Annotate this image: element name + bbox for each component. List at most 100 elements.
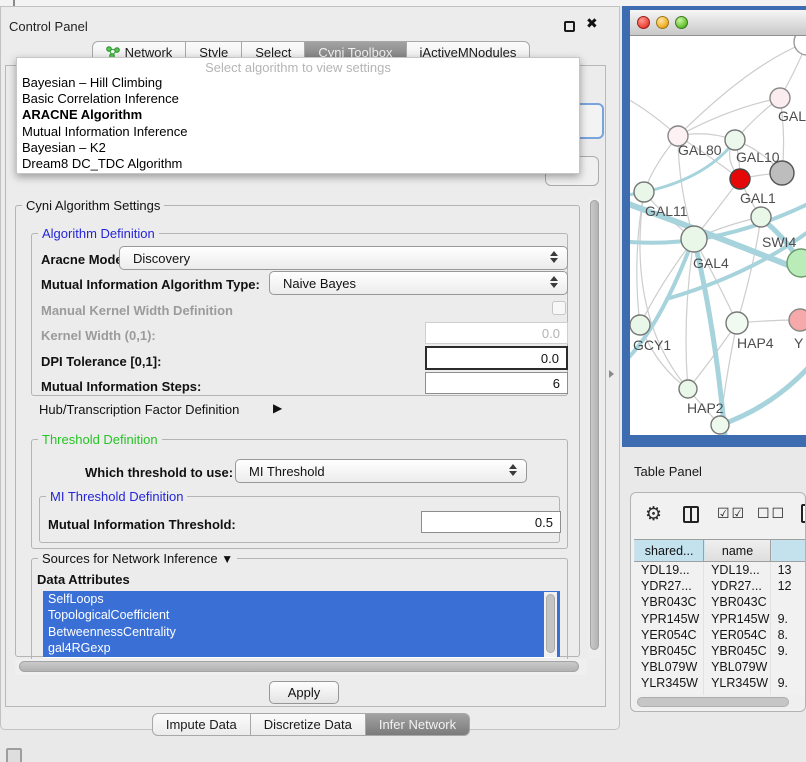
node-label-swi4: SWI4 — [762, 234, 796, 250]
float-window-icon[interactable] — [564, 21, 575, 32]
table-cell: YPR145W — [704, 611, 771, 627]
dropdown-items: Bayesian – Hill ClimbingBasic Correlatio… — [17, 75, 579, 172]
network-edge — [720, 368, 806, 425]
table-row[interactable]: YBR043CYBR043C — [634, 594, 806, 610]
table-horizontal-scrollbar[interactable] — [633, 695, 805, 709]
stepper-icon — [509, 464, 517, 476]
hub-definition-label[interactable]: Hub/Transcription Factor Definition — [39, 402, 239, 417]
network-node[interactable] — [726, 312, 748, 334]
select-all-icon[interactable]: ☑☑ — [717, 505, 746, 522]
table-header-row: shared...name — [634, 539, 806, 562]
network-node[interactable] — [751, 207, 771, 227]
network-node[interactable] — [634, 182, 654, 202]
network-node[interactable] — [725, 130, 745, 150]
attr-list-scrollbar[interactable] — [544, 592, 557, 657]
dpi-tolerance-field[interactable]: 0.0 — [425, 346, 568, 370]
expand-right-icon[interactable]: ▶ — [273, 401, 282, 415]
node-label-hap2: HAP2 — [687, 400, 724, 416]
table-row[interactable]: YBR045CYBR045C9. — [634, 643, 806, 659]
screen: Control Panel ✖ NetworkStyleSelectCyni T… — [0, 0, 806, 762]
mi-steps-field[interactable]: 6 — [425, 372, 568, 394]
attribute-item-selfloops[interactable]: SelfLoops — [43, 591, 560, 607]
column-header-name[interactable]: name — [704, 540, 771, 561]
manual-kernel-checkbox[interactable] — [552, 301, 566, 315]
network-canvas[interactable]: GALGAL80GAL10GAL1GAL11SWI4GAL4GCY1HAP4YH… — [630, 36, 806, 435]
minimize-traffic-icon[interactable] — [656, 16, 669, 29]
table-cell: YBR045C — [704, 643, 771, 659]
deselect-all-icon[interactable]: ☐☐ — [757, 505, 786, 522]
dropdown-placeholder: Select algorithm to view settings — [17, 58, 579, 75]
network-node[interactable] — [730, 169, 750, 189]
settings-vertical-scrollbar[interactable] — [588, 197, 601, 659]
scrollbar-thumb[interactable] — [637, 697, 789, 707]
network-node[interactable] — [681, 226, 707, 252]
attribute-item-topologicalcoefficient[interactable]: TopologicalCoefficient — [43, 607, 560, 623]
algorithm-option-basic-correlation-inference[interactable]: Basic Correlation Inference — [17, 91, 579, 107]
table-row[interactable]: YBL079WYBL079W — [634, 659, 806, 675]
aracne-mode-select[interactable]: Discovery — [119, 246, 568, 270]
algorithm-option-bayesian-k2[interactable]: Bayesian – K2 — [17, 140, 579, 156]
tab-infer-network[interactable]: Infer Network — [366, 713, 470, 736]
mi-type-select[interactable]: Naive Bayes — [269, 271, 568, 295]
zoom-traffic-icon[interactable] — [675, 16, 688, 29]
new-table-icon[interactable] — [801, 504, 806, 523]
table-cell: YLR345W — [704, 675, 771, 691]
gear-icon[interactable]: ⚙ — [645, 503, 662, 526]
kernel-width-field[interactable]: 0.0 — [425, 322, 568, 344]
network-node[interactable] — [794, 36, 806, 55]
attribute-item-betweennesscentrality[interactable]: BetweennessCentrality — [43, 624, 560, 640]
split-columns-icon[interactable] — [683, 506, 699, 523]
tab-impute-data[interactable]: Impute Data — [152, 713, 251, 736]
group-title: MI Threshold Definition — [46, 489, 187, 504]
table-row[interactable]: YPR145WYPR145W9. — [634, 611, 806, 627]
network-graph: GALGAL80GAL10GAL1GAL11SWI4GAL4GCY1HAP4YH… — [630, 36, 806, 435]
data-attributes-list[interactable]: SelfLoopsTopologicalCoefficientBetweenne… — [43, 591, 560, 658]
node-label-gal10: GAL10 — [736, 149, 780, 165]
table-cell: YDL19... — [704, 562, 771, 578]
table-cell: YLR345W — [634, 675, 704, 691]
scrollbar-thumb[interactable] — [590, 200, 599, 650]
which-threshold-select[interactable]: MI Threshold — [235, 459, 527, 483]
splitter-collapse-icon[interactable] — [609, 370, 614, 378]
algorithm-option-dream8-dc-tdc-algorithm[interactable]: Dream8 DC_TDC Algorithm — [17, 156, 579, 172]
attribute-item-gal4rgexp[interactable]: gal4RGexp — [43, 640, 560, 656]
table-cell: YER054C — [634, 627, 704, 643]
network-node[interactable] — [630, 315, 650, 335]
network-node[interactable] — [679, 380, 697, 398]
close-icon[interactable]: ✖ — [586, 15, 598, 32]
scrollbar-thumb[interactable] — [546, 594, 555, 653]
network-window-titlebar[interactable] — [630, 10, 806, 36]
network-node[interactable] — [789, 309, 806, 331]
table-cell: YER054C — [704, 627, 771, 643]
network-node[interactable] — [787, 249, 806, 277]
data-attributes-label: Data Attributes — [37, 572, 130, 587]
mi-threshold-field[interactable]: 0.5 — [421, 511, 561, 533]
table-row[interactable]: YDR27...YDR27...12 — [634, 578, 806, 594]
close-traffic-icon[interactable] — [637, 16, 650, 29]
node-table: shared...nameYDL19...YDL19...13YDR27...Y… — [634, 539, 806, 708]
mi-steps-value: 6 — [553, 376, 560, 391]
apply-button[interactable]: Apply — [269, 681, 339, 704]
algorithm-option-bayesian-hill-climbing[interactable]: Bayesian – Hill Climbing — [17, 75, 579, 91]
column-header-shared[interactable]: shared... — [634, 540, 704, 561]
tab-discretize-data[interactable]: Discretize Data — [251, 713, 366, 736]
table-row[interactable]: YLR345WYLR345W9. — [634, 675, 806, 691]
scrollbar-thumb[interactable] — [19, 661, 579, 672]
settings-horizontal-scrollbar[interactable] — [15, 659, 587, 675]
algorithm-option-aracne-algorithm[interactable]: ARACNE Algorithm — [17, 107, 579, 123]
which-threshold-label: Which threshold to use: — [85, 465, 233, 480]
collapse-down-icon[interactable]: ▼ — [221, 552, 233, 566]
column-header-clipped[interactable] — [771, 540, 806, 561]
table-cell: YBL079W — [704, 659, 771, 675]
algorithm-option-mutual-information-inference[interactable]: Mutual Information Inference — [17, 124, 579, 140]
node-label-gal80: GAL80 — [678, 142, 722, 158]
table-row[interactable]: YER054CYER054C8. — [634, 627, 806, 643]
kernel-width-label: Kernel Width (0,1): — [41, 328, 156, 343]
group-title: Algorithm Definition — [38, 226, 159, 241]
tab-label: Infer Network — [379, 717, 456, 732]
network-node[interactable] — [711, 416, 729, 434]
network-node[interactable] — [770, 88, 790, 108]
bottom-left-icon[interactable] — [6, 748, 22, 762]
table-panel-title: Table Panel — [634, 464, 702, 479]
table-row[interactable]: YDL19...YDL19...13 — [634, 562, 806, 578]
